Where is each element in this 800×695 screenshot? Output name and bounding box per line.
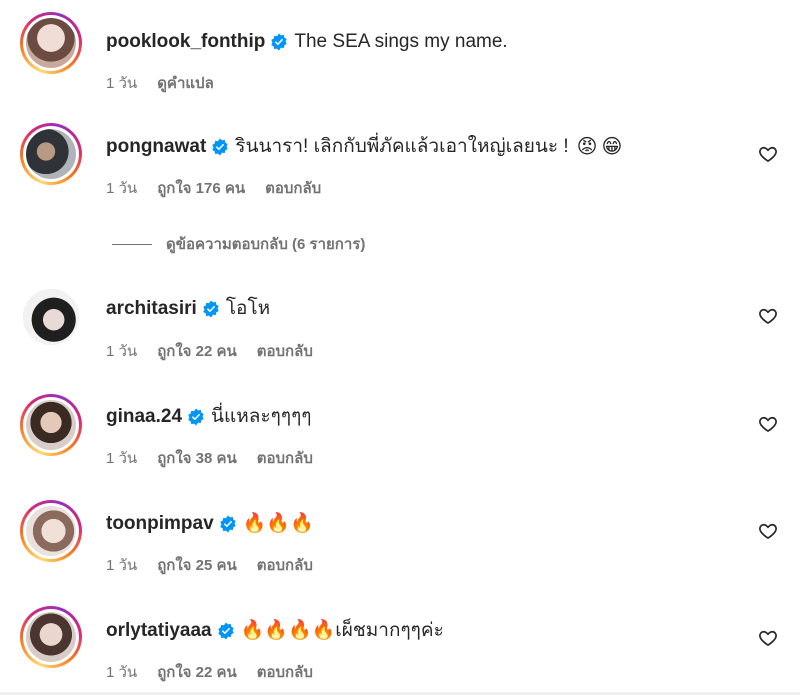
comment-username[interactable]: architasiri (106, 297, 197, 321)
reply-button[interactable]: ตอบกลับ (257, 339, 313, 363)
comment-text: The SEA sings my name. (294, 31, 508, 52)
likes-count[interactable]: ถูกใจ 22 คน (157, 339, 237, 363)
verified-badge-icon (188, 408, 204, 426)
verified-badge-icon (217, 622, 234, 640)
comment-username[interactable]: orlytatiyaaa (106, 619, 212, 643)
verified-badge-icon (212, 138, 229, 156)
comment-username[interactable]: ginaa.24 (106, 405, 182, 429)
likes-count[interactable]: ถูกใจ 25 คน (157, 553, 237, 577)
reply-button[interactable]: ตอบกลับ (257, 660, 313, 684)
heart-icon[interactable] (758, 414, 778, 434)
avatar-image (26, 400, 76, 450)
replies-divider (112, 243, 152, 245)
reply-button[interactable]: ตอบกลับ (257, 446, 313, 470)
avatar-image (26, 506, 76, 556)
avatar[interactable] (20, 394, 82, 456)
angry-face-emoji: 😡 (576, 136, 598, 158)
comment-time[interactable]: 1 วัน (106, 339, 137, 363)
comment-time[interactable]: 1 วัน (106, 446, 137, 470)
likes-count[interactable]: ถูกใจ 38 คน (157, 446, 237, 470)
avatar[interactable] (20, 500, 82, 562)
comment-text: 🔥🔥🔥🔥เผ็ชมากๆๆค่ะ (240, 620, 444, 641)
heart-icon[interactable] (758, 144, 778, 164)
heart-icon[interactable] (758, 306, 778, 326)
verified-badge-icon (271, 33, 288, 51)
comment-username[interactable]: toonpimpav (106, 512, 214, 536)
likes-count[interactable]: ถูกใจ 22 คน (157, 660, 237, 684)
avatar-image (26, 18, 76, 68)
view-replies-label: ดูข้อความตอบกลับ (6 รายการ) (166, 236, 366, 253)
heart-icon[interactable] (758, 628, 778, 648)
avatar[interactable] (20, 123, 82, 185)
reply-button[interactable]: ตอบกลับ (265, 176, 321, 200)
verified-badge-icon (219, 515, 236, 533)
view-replies-button[interactable]: ดูข้อความตอบกลับ (6 รายการ) (112, 232, 365, 256)
comment-text: รินนารา! เลิกกับพี่ภัคแล้วเอาใหญ่เลยนะ ! (235, 136, 569, 157)
comment-time[interactable]: 1 วัน (106, 176, 137, 200)
grin-face-emoji: 😁 (601, 136, 623, 158)
comment-time[interactable]: 1 วัน (106, 660, 137, 684)
comment-username[interactable]: pongnawat (106, 135, 206, 159)
avatar-image (26, 129, 76, 179)
avatar-image (24, 290, 78, 344)
avatar[interactable] (20, 12, 82, 74)
likes-count[interactable]: ถูกใจ 176 คน (157, 176, 245, 200)
reply-button[interactable]: ตอบกลับ (257, 553, 313, 577)
avatar[interactable] (20, 606, 82, 668)
avatar-image (26, 612, 76, 662)
comment-text: โอโห (225, 298, 271, 319)
comment-username[interactable]: pooklook_fonthip (106, 30, 265, 54)
heart-icon[interactable] (758, 521, 778, 541)
comment-text: 🔥🔥🔥 (242, 513, 314, 534)
comment-time[interactable]: 1 วัน (106, 71, 137, 95)
comment-text: นี่แหละๆๆๆๆ (211, 406, 312, 427)
avatar[interactable] (23, 289, 79, 345)
see-translation-button[interactable]: ดูคำแปล (157, 71, 214, 95)
comment-time[interactable]: 1 วัน (106, 553, 137, 577)
verified-badge-icon (203, 300, 219, 318)
